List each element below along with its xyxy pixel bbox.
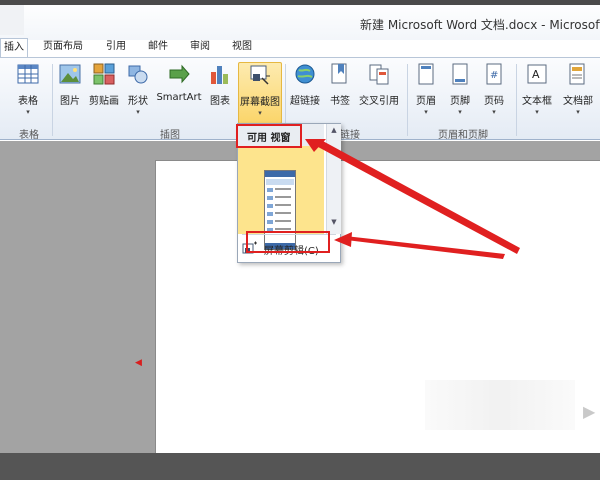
chart-label: 图表	[210, 96, 230, 107]
clipart-label: 剪贴画	[89, 96, 119, 107]
window-top-strip	[0, 0, 600, 5]
shapes-label: 形状	[128, 96, 148, 107]
annotation-box-clipping	[246, 231, 330, 253]
bookmark-icon	[331, 63, 347, 84]
screenshot-label: 屏幕截图	[240, 97, 280, 108]
chevron-down-icon: ▾	[136, 108, 140, 116]
document-parts-label: 文档部	[563, 96, 593, 107]
clipart-icon	[93, 63, 115, 85]
chevron-down-icon: ▾	[576, 108, 580, 116]
shapes-button[interactable]: 形状 ▾	[124, 62, 152, 124]
footer-button[interactable]: 页脚 ▾	[445, 62, 475, 124]
chevron-down-icon: ▾	[492, 108, 496, 116]
scroll-up-icon[interactable]: ▲	[327, 124, 341, 136]
smartart-label: SmartArt	[156, 92, 202, 103]
textbox-label: 文本框	[522, 96, 552, 107]
header-label: 页眉	[416, 96, 436, 107]
page-number-icon: #	[486, 63, 502, 85]
hyperlink-icon	[295, 64, 315, 84]
chart-button[interactable]: 图表	[206, 62, 234, 124]
chevron-down-icon: ▾	[535, 108, 539, 116]
group-label-illustrations: 插图	[160, 130, 180, 141]
chevron-down-icon: ▾	[26, 108, 30, 116]
available-windows-gallery	[238, 146, 324, 250]
picture-label: 图片	[60, 96, 80, 107]
hyperlink-button[interactable]: 超链接	[288, 62, 322, 124]
textbox-button[interactable]: A 文本框 ▾	[520, 62, 554, 124]
tab-page-layout[interactable]: 页面布局	[34, 38, 92, 58]
picture-button[interactable]: 图片	[56, 62, 84, 124]
tab-review[interactable]: 审阅	[184, 38, 216, 58]
annotation-box-header	[236, 124, 302, 148]
table-button[interactable]: 表格 ▾	[10, 62, 46, 124]
document-parts-button[interactable]: 文档部 ▾	[556, 62, 600, 124]
group-label-header-footer: 页眉和页脚	[438, 130, 488, 141]
smartart-icon	[169, 64, 190, 84]
window-title: 新建 Microsoft Word 文档.docx - Microsoft W	[360, 18, 600, 32]
group-separator	[52, 64, 53, 136]
hyperlink-label: 超链接	[290, 96, 320, 107]
svg-text:#: #	[490, 70, 498, 81]
document-parts-icon	[569, 63, 585, 85]
tab-references[interactable]: 引用	[100, 38, 132, 58]
crossref-button[interactable]: 交叉引用	[356, 62, 402, 124]
blurred-area	[425, 380, 575, 430]
bookmark-label: 书签	[330, 96, 350, 107]
status-bar	[0, 453, 600, 480]
table-icon	[17, 64, 39, 84]
chart-icon	[211, 66, 228, 84]
ribbon-tabs: 插入 页面布局 引用 邮件 审阅 视图	[0, 38, 600, 58]
footer-label: 页脚	[450, 96, 470, 107]
bookmark-button[interactable]: 书签	[326, 62, 354, 124]
scroll-down-icon[interactable]: ▼	[327, 216, 341, 228]
next-arrow-icon: ▶	[583, 402, 596, 421]
group-separator	[407, 64, 408, 136]
tab-mailings[interactable]: 邮件	[142, 38, 174, 58]
tab-view[interactable]: 视图	[226, 38, 258, 58]
margin-marker: ◀	[135, 358, 142, 368]
screenshot-button[interactable]: 屏幕截图 ▾	[238, 62, 282, 124]
screenshot-icon	[250, 65, 270, 85]
smartart-button[interactable]: SmartArt	[156, 62, 202, 124]
title-bar: 新建 Microsoft Word 文档.docx - Microsoft W	[0, 0, 600, 40]
picture-icon	[59, 64, 81, 84]
chevron-down-icon: ▾	[458, 108, 462, 116]
tab-insert[interactable]: 插入	[0, 38, 28, 58]
crossref-label: 交叉引用	[359, 96, 399, 107]
clipart-button[interactable]: 剪贴画	[88, 62, 120, 124]
page-number-button[interactable]: # 页码 ▾	[479, 62, 509, 124]
footer-icon	[452, 63, 468, 85]
chevron-down-icon: ▾	[258, 109, 262, 117]
page-number-label: 页码	[484, 96, 504, 107]
dropdown-scrollbar[interactable]: ▲ ▼	[326, 124, 341, 234]
textbox-icon: A	[527, 64, 547, 84]
header-icon	[418, 63, 434, 85]
svg-text:A: A	[532, 68, 540, 81]
quick-access-area	[0, 5, 24, 35]
group-label-tables: 表格	[19, 130, 39, 141]
shapes-icon	[128, 65, 148, 84]
table-label: 表格	[18, 96, 38, 107]
group-separator	[516, 64, 517, 136]
cross-reference-icon	[369, 64, 389, 85]
chevron-down-icon: ▾	[424, 108, 428, 116]
header-button[interactable]: 页眉 ▾	[411, 62, 441, 124]
